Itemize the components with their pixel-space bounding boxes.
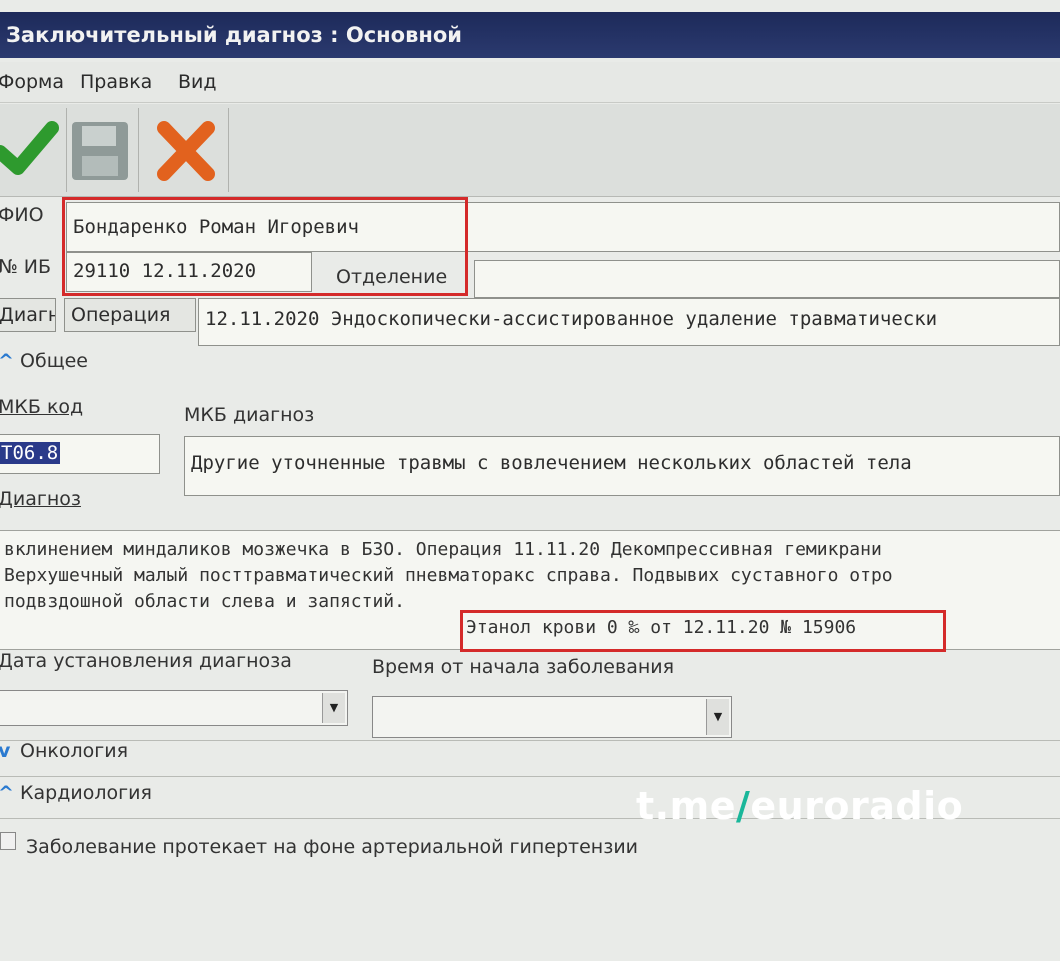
menu-bar: Форма Правка Вид bbox=[0, 62, 1060, 103]
cardiology-section-header[interactable]: ^ Кардиология bbox=[0, 782, 152, 804]
oncology-section-header[interactable]: v Онкология bbox=[0, 740, 128, 762]
chevron-up-icon: ^ bbox=[0, 782, 14, 804]
mkb-code-value: T06.8 bbox=[0, 442, 61, 464]
menu-item-edit[interactable]: Правка bbox=[80, 62, 152, 102]
date-label: Дата установления диагноза bbox=[0, 650, 292, 672]
mkb-code-label[interactable]: МКБ код bbox=[0, 396, 83, 418]
mkb-code-field[interactable]: T06.8 bbox=[0, 434, 160, 474]
watermark-part-2: euroradio bbox=[750, 784, 964, 828]
divider bbox=[0, 776, 1060, 777]
watermark-part-1: t.me bbox=[636, 784, 736, 828]
highlight-box-patient bbox=[62, 197, 468, 296]
watermark: t.me/euroradio bbox=[636, 784, 963, 828]
ib-label: № ИБ bbox=[0, 256, 52, 278]
highlight-box-ethanol bbox=[460, 610, 946, 652]
general-section-label: Общее bbox=[20, 350, 88, 372]
menu-item-view[interactable]: Вид bbox=[178, 62, 217, 102]
diagnosis-line-1: вклинением миндаликов мозжечка в БЗО. Оп… bbox=[4, 539, 882, 560]
fio-label: ФИО bbox=[0, 204, 44, 226]
cardiology-section-label: Кардиология bbox=[20, 782, 152, 804]
hypertension-label: Заболевание протекает на фоне артериальн… bbox=[26, 836, 639, 858]
diagnosis-line-3: подвздошной области слева и запястий. bbox=[4, 591, 405, 612]
mkb-diag-label: МКБ диагноз bbox=[184, 404, 315, 426]
chevron-down-icon[interactable]: ▼ bbox=[706, 699, 729, 735]
chevron-down-icon: v bbox=[0, 740, 11, 762]
close-x-icon bbox=[157, 121, 215, 181]
cancel-button[interactable] bbox=[146, 108, 229, 192]
toolbar bbox=[0, 104, 1060, 197]
time-combobox[interactable]: ▼ bbox=[372, 696, 732, 738]
diagnosis-label[interactable]: Диагноз bbox=[0, 488, 81, 510]
tab-diagnosis[interactable]: Диагн bbox=[0, 298, 56, 332]
hypertension-checkbox[interactable] bbox=[0, 832, 16, 850]
app-window: Заключительный диагноз : Основной Форма … bbox=[0, 0, 1060, 961]
department-field[interactable] bbox=[474, 260, 1060, 298]
save-button[interactable] bbox=[66, 108, 139, 192]
chevron-down-icon[interactable]: ▼ bbox=[322, 693, 345, 723]
time-label: Время от начала заболевания bbox=[372, 656, 675, 678]
oncology-section-label: Онкология bbox=[20, 740, 129, 762]
checkmark-icon bbox=[0, 121, 59, 175]
date-combobox[interactable]: ▼ bbox=[0, 690, 348, 726]
tab-operation[interactable]: Операция bbox=[64, 298, 196, 332]
watermark-slash: / bbox=[735, 784, 751, 828]
menu-item-form[interactable]: Форма bbox=[0, 62, 64, 102]
mkb-diagnosis-field[interactable]: Другие уточненные травмы с вовлечением н… bbox=[184, 436, 1060, 496]
floppy-disk-icon bbox=[72, 122, 128, 180]
general-section-header[interactable]: ^ Общее bbox=[0, 350, 88, 372]
operation-field[interactable]: 12.11.2020 Эндоскопически-ассистированно… bbox=[198, 298, 1060, 346]
chevron-up-icon: ^ bbox=[0, 350, 14, 372]
confirm-button[interactable] bbox=[0, 108, 67, 192]
diagnosis-line-2: Верхушечный малый посттравматический пне… bbox=[4, 565, 893, 586]
divider bbox=[0, 740, 1060, 741]
window-title: Заключительный диагноз : Основной bbox=[0, 12, 1060, 58]
